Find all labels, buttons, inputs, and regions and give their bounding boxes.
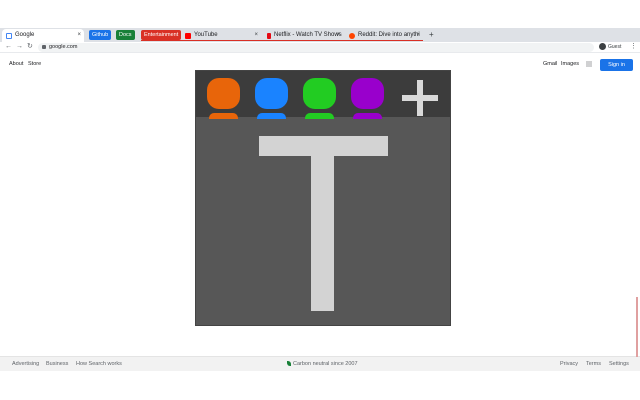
youtube-favicon-icon <box>185 32 191 39</box>
google-favicon-icon <box>6 32 12 39</box>
reload-icon[interactable]: ↻ <box>27 42 33 52</box>
tab-strip: Google × Github Docs Entertainment YouTu… <box>0 28 640 42</box>
avatar-icon <box>599 43 606 51</box>
plus-vertical <box>417 80 423 116</box>
tab-title: Reddit: Dive into anythi <box>358 32 420 38</box>
shortcut-bar <box>196 71 450 119</box>
netflix-favicon-icon <box>267 32 271 39</box>
tab-title: Google <box>15 32 35 38</box>
tab-group-entertainment[interactable]: Entertainment <box>141 30 182 40</box>
carbon-text: Carbon neutral since 2007 <box>293 361 358 367</box>
lock-icon[interactable] <box>42 44 46 49</box>
tab-title: Netflix - Watch TV Shows <box>274 32 342 38</box>
new-tab-button[interactable]: + <box>429 28 434 42</box>
person-icon-head <box>351 78 384 109</box>
person-icon-head <box>255 78 288 109</box>
privacy-link[interactable]: Privacy <box>560 357 578 372</box>
tab-google[interactable]: Google × <box>2 29 84 42</box>
plus-icon[interactable] <box>402 80 438 116</box>
shortcut-blue[interactable] <box>255 78 288 119</box>
settings-link[interactable]: Settings <box>609 357 629 372</box>
shortcut-green[interactable] <box>303 78 336 119</box>
tab-group-docs[interactable]: Docs <box>116 30 135 40</box>
about-link[interactable]: About <box>9 61 23 67</box>
forward-arrow-icon[interactable]: → <box>16 42 23 52</box>
address-bar[interactable]: google.com <box>38 43 594 52</box>
close-tab-icon[interactable]: × <box>77 29 81 42</box>
new-tab-panel <box>195 70 451 326</box>
gmail-link[interactable]: Gmail <box>543 61 557 67</box>
back-arrow-icon[interactable]: ← <box>5 42 12 52</box>
profile-button[interactable]: Guest <box>599 43 621 52</box>
tab-group-underline <box>141 40 423 41</box>
terms-link[interactable]: Terms <box>586 357 601 372</box>
sign-in-button[interactable]: Sign in <box>600 59 633 71</box>
url-text: google.com <box>49 44 78 50</box>
window-edge-line <box>636 297 638 357</box>
business-link[interactable]: Business <box>46 357 68 372</box>
shortcut-purple[interactable] <box>351 78 384 119</box>
images-link[interactable]: Images <box>561 61 579 67</box>
tab-title: YouTube <box>194 32 218 38</box>
apps-grid-icon[interactable] <box>586 61 592 67</box>
letter-t-icon <box>196 117 450 325</box>
carbon-neutral-link[interactable]: Carbon neutral since 2007 <box>287 357 358 372</box>
letter-t-bar <box>259 136 388 156</box>
reddit-favicon-icon <box>349 32 355 39</box>
profile-label: Guest <box>608 44 622 50</box>
leaf-icon <box>287 361 291 367</box>
person-icon-head <box>303 78 336 109</box>
store-link[interactable]: Store <box>28 61 41 67</box>
footer: Advertising Business How Search works Ca… <box>0 356 640 371</box>
menu-kebab-icon[interactable]: ⋮ <box>630 42 637 52</box>
browser-toolbar: ← → ↻ google.com Guest ⋮ <box>0 42 640 53</box>
tab-group-github[interactable]: Github <box>89 30 112 40</box>
how-search-works-link[interactable]: How Search works <box>76 357 122 372</box>
letter-t-stem <box>311 156 334 311</box>
person-icon-head <box>207 78 240 109</box>
advertising-link[interactable]: Advertising <box>12 357 39 372</box>
shortcut-orange[interactable] <box>207 78 240 119</box>
